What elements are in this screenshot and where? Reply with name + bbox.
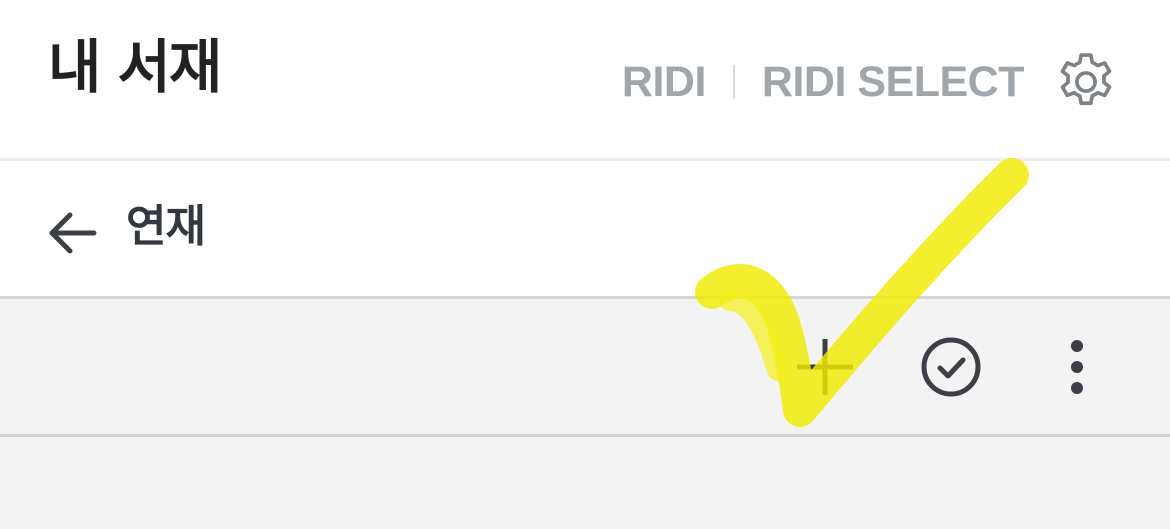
store-switcher: RIDI RIDI SELECT [622,58,1025,106]
top-header: 내 서재 RIDI RIDI SELECT [0,0,1170,161]
back-button[interactable] [44,209,100,257]
store-divider [732,65,735,99]
store-link-ridi[interactable]: RIDI [622,60,707,104]
section-title: 연재 [126,201,206,252]
section-header: 연재 [0,161,1170,299]
more-button[interactable] [1043,333,1111,401]
more-vertical-icon [1071,340,1083,394]
check-circle-icon [921,337,981,397]
add-button[interactable] [791,333,859,401]
store-link-ridi-select[interactable]: RIDI SELECT [762,60,1025,104]
settings-button[interactable] [1052,48,1120,116]
page-title: 내 서재 [48,33,222,101]
book-list-area [0,437,1170,529]
library-screen: 내 서재 RIDI RIDI SELECT 연재 [0,0,1170,529]
gear-icon [1060,53,1112,106]
select-button[interactable] [917,333,985,401]
library-toolbar [0,299,1170,437]
arrow-left-icon [49,212,97,254]
plus-icon [797,339,853,395]
